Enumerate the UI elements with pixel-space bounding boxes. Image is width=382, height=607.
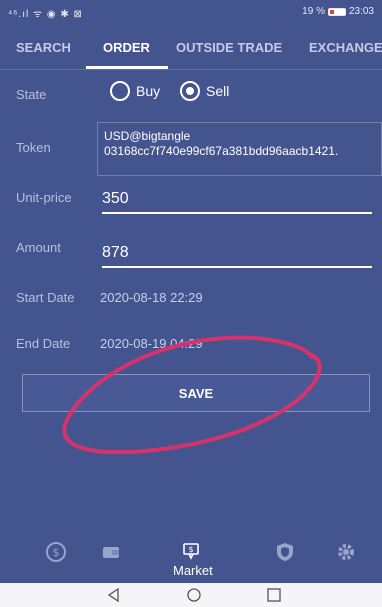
tab-outside-trade[interactable]: OUTSIDE TRADE bbox=[176, 40, 282, 55]
amount-input[interactable]: 878 bbox=[102, 244, 372, 268]
end-date-value[interactable]: 2020-08-19 04:29 bbox=[100, 336, 203, 351]
clock: 23:03 bbox=[348, 6, 374, 17]
shield-icon bbox=[277, 543, 293, 561]
radio-buy[interactable]: Buy bbox=[110, 81, 160, 101]
back-icon[interactable] bbox=[106, 587, 122, 603]
radio-buy-label: Buy bbox=[136, 83, 161, 99]
dollar-circle-icon: $ bbox=[46, 542, 66, 562]
nav-dollar[interactable]: $ bbox=[38, 541, 74, 563]
radio-sell[interactable]: Sell bbox=[180, 81, 229, 101]
tab-search[interactable]: SEARCH bbox=[16, 40, 71, 55]
nav-wallet[interactable] bbox=[93, 541, 129, 563]
end-date-label: End Date bbox=[16, 336, 71, 351]
market-icon: $ bbox=[183, 543, 199, 560]
nav-market[interactable]: $ Market bbox=[173, 541, 213, 578]
token-field[interactable]: USD@bigtangle 03168cc7f740e99cf67a381bdd… bbox=[97, 122, 382, 176]
system-nav-bar bbox=[0, 583, 382, 607]
gear-icon bbox=[338, 544, 354, 560]
radio-sell-circle[interactable] bbox=[180, 81, 200, 101]
tab-indicator bbox=[86, 66, 168, 69]
home-icon[interactable] bbox=[186, 587, 202, 603]
tab-exchange[interactable]: EXCHANGE bbox=[309, 40, 382, 55]
svg-text:$: $ bbox=[53, 546, 60, 559]
radio-buy-circle[interactable] bbox=[110, 81, 130, 101]
token-label: Token bbox=[16, 140, 51, 155]
unit-price-label: Unit-price bbox=[16, 190, 72, 205]
nav-market-label: Market bbox=[173, 563, 213, 578]
radio-sell-label: Sell bbox=[206, 83, 230, 99]
state-label: State bbox=[16, 87, 47, 102]
token-name: USD@bigtangle bbox=[104, 129, 191, 143]
status-right: 19 % 23:03 bbox=[302, 6, 374, 17]
save-button[interactable]: SAVE bbox=[22, 374, 370, 412]
start-date-value[interactable]: 2020-08-18 22:29 bbox=[100, 290, 203, 305]
status-icons: ⁴⁶.ıl ᯤ ◉ ✱ ⊠ bbox=[8, 9, 83, 20]
nav-settings[interactable] bbox=[328, 541, 364, 563]
svg-text:$: $ bbox=[188, 545, 193, 554]
recents-icon[interactable] bbox=[266, 587, 282, 603]
wallet-icon bbox=[103, 547, 119, 558]
tab-order[interactable]: ORDER bbox=[103, 40, 150, 55]
bottom-nav: $ $ Market bbox=[0, 533, 382, 583]
amount-label: Amount bbox=[16, 240, 61, 255]
start-date-label: Start Date bbox=[16, 290, 75, 305]
status-bar: ⁴⁶.ıl ᯤ ◉ ✱ ⊠ 19 % 23:03 bbox=[0, 0, 382, 26]
unit-price-input[interactable]: 350 bbox=[102, 190, 372, 214]
nav-shield[interactable] bbox=[267, 541, 303, 563]
tab-bar: SEARCH ORDER OUTSIDE TRADE EXCHANGE bbox=[0, 28, 382, 70]
battery-icon bbox=[327, 7, 346, 16]
battery-percent: 19 % bbox=[302, 6, 325, 17]
token-id: 03168cc7f740e99cf67a381bdd96aacb1421. bbox=[104, 144, 339, 158]
